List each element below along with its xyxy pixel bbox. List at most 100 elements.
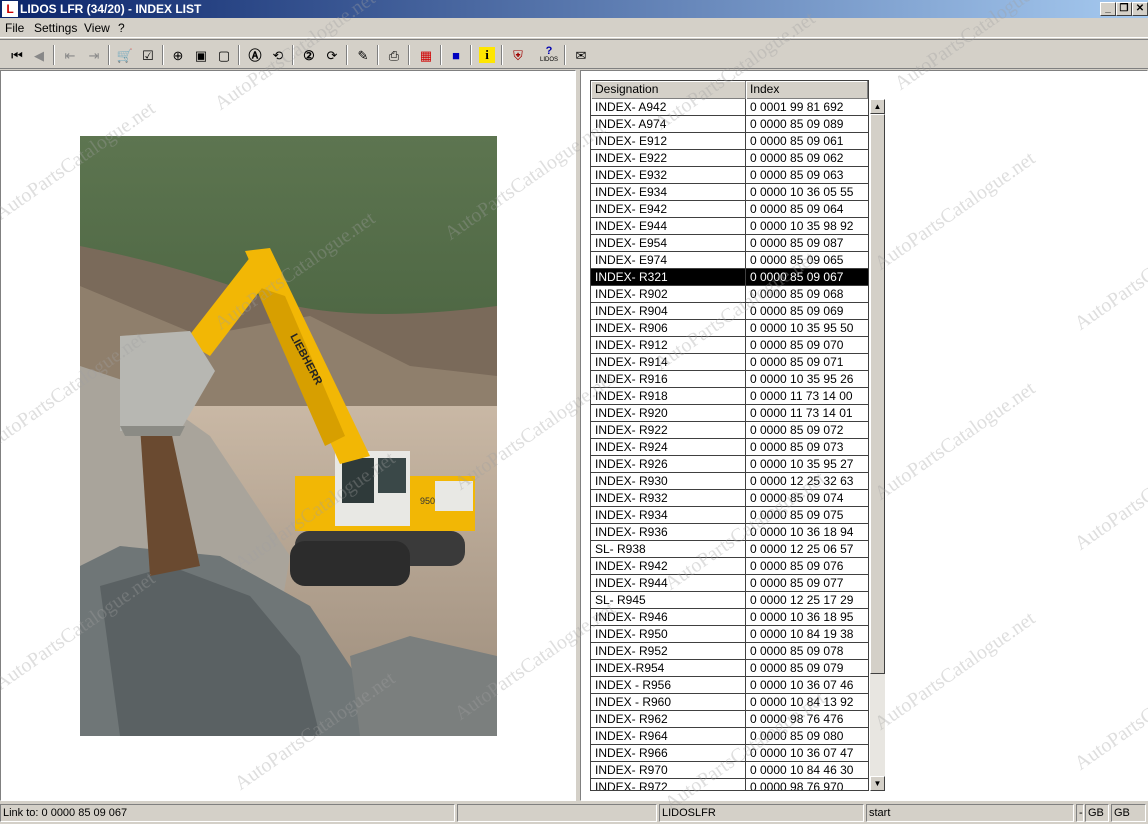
checklist-icon[interactable]: ☑ — [138, 45, 158, 65]
toolbar-separator — [162, 45, 164, 65]
table-row[interactable]: INDEX- R920 0 0000 11 73 14 01 — [591, 405, 868, 422]
table-row[interactable]: INDEX- R906 0 0000 10 35 95 50 — [591, 320, 868, 337]
table-row[interactable]: INDEX- E934 0 0000 10 36 05 55 — [591, 184, 868, 201]
zoom-page-icon[interactable]: ▣ — [191, 45, 211, 65]
scrollbar-thumb[interactable] — [870, 114, 885, 674]
image-pane[interactable]: 950 LIEBHERR — [0, 70, 576, 801]
menu-help[interactable]: ? — [118, 21, 125, 35]
table-row[interactable]: INDEX- R926 0 0000 10 35 95 27 — [591, 456, 868, 473]
lidos-help-icon[interactable]: ? LIDOS — [538, 45, 560, 65]
mail-icon[interactable]: ✉ — [571, 45, 591, 65]
index-cell: 0 0000 85 09 070 — [750, 338, 844, 352]
table-row[interactable]: INDEX- R922 0 0000 85 09 072 — [591, 422, 868, 439]
toolbar-separator — [564, 45, 566, 65]
table-row[interactable]: INDEX- A942 0 0001 99 81 692 — [591, 99, 868, 116]
table-row[interactable]: INDEX- A974 0 0000 85 09 089 — [591, 116, 868, 133]
menu-view[interactable]: View — [84, 21, 110, 35]
status-doc: LIDOSLFR — [659, 804, 864, 822]
excavator-illustration: 950 LIEBHERR — [80, 136, 497, 736]
index-cell: 0 0000 12 25 06 57 — [750, 542, 854, 556]
search-a-icon[interactable]: Ⓐ — [245, 45, 265, 65]
forward-icon[interactable]: ⇥ — [84, 45, 104, 65]
index-table[interactable]: Designation Index INDEX- A942 0 0001 99 8… — [590, 80, 869, 791]
search-2-icon[interactable]: ② — [299, 45, 319, 65]
designation-cell: INDEX- E942 — [591, 201, 746, 217]
table-row[interactable]: INDEX- R942 0 0000 85 09 076 — [591, 558, 868, 575]
table-row[interactable]: INDEX-R954 0 0000 85 09 079 — [591, 660, 868, 677]
table-row[interactable]: SL- R945 0 0000 12 25 17 29 — [591, 592, 868, 609]
scroll-up-arrow-icon[interactable]: ▲ — [870, 99, 885, 114]
lidos-app-icon[interactable]: L — [2, 1, 18, 17]
table-row[interactable]: INDEX- R946 0 0000 10 36 18 95 — [591, 609, 868, 626]
table-row[interactable]: INDEX- R934 0 0000 85 09 075 — [591, 507, 868, 524]
table-row[interactable]: INDEX- E974 0 0000 85 09 065 — [591, 252, 868, 269]
table-row[interactable]: INDEX - R956 0 0000 10 36 07 46 — [591, 677, 868, 694]
grid-icon[interactable]: ▦ — [416, 45, 436, 65]
table-row[interactable]: INDEX- E954 0 0000 85 09 087 — [591, 235, 868, 252]
index-cell: 0 0000 10 36 18 95 — [750, 610, 854, 624]
restore-button[interactable]: ❐ — [1116, 2, 1132, 16]
table-row[interactable]: INDEX- R916 0 0000 10 35 95 26 — [591, 371, 868, 388]
index-cell: 0 0000 85 09 068 — [750, 287, 844, 301]
blue-square-icon[interactable]: ■ — [446, 45, 466, 65]
table-row[interactable]: INDEX- E942 0 0000 85 09 064 — [591, 201, 868, 218]
table-row[interactable]: INDEX- R944 0 0000 85 09 077 — [591, 575, 868, 592]
table-row[interactable]: INDEX- R964 0 0000 85 09 080 — [591, 728, 868, 745]
table-row[interactable]: INDEX- R950 0 0000 10 84 19 38 — [591, 626, 868, 643]
index-cell: 0 0000 10 36 18 94 — [750, 525, 854, 539]
minimize-button[interactable]: _ — [1100, 2, 1116, 16]
close-button[interactable]: ✕ — [1132, 2, 1148, 16]
index-cell: 0 0000 12 25 17 29 — [750, 593, 854, 607]
table-row[interactable]: INDEX- R936 0 0000 10 36 18 94 — [591, 524, 868, 541]
index-cell: 0 0000 85 09 067 — [750, 270, 844, 284]
zoom-in-icon[interactable]: ⊕ — [168, 45, 188, 65]
index-cell: 0 0000 85 09 063 — [750, 168, 844, 182]
table-row[interactable]: INDEX- R918 0 0000 11 73 14 00 — [591, 388, 868, 405]
table-row[interactable]: INDEX- E944 0 0000 10 35 98 92 — [591, 218, 868, 235]
table-row[interactable]: INDEX- R914 0 0000 85 09 071 — [591, 354, 868, 371]
index-cell: 0 0000 10 35 95 26 — [750, 372, 854, 386]
info-icon[interactable]: i — [477, 45, 497, 65]
index-cell: 0 0000 85 09 065 — [750, 253, 844, 267]
table-row[interactable]: INDEX- E932 0 0000 85 09 063 — [591, 167, 868, 184]
table-row[interactable]: INDEX- R966 0 0000 10 36 07 47 — [591, 745, 868, 762]
window-title: LIDOS LFR (34/20) - INDEX LIST — [20, 2, 202, 16]
table-row[interactable]: INDEX- R972 0 0000 98 76 970 — [591, 779, 868, 791]
previous-page-icon[interactable]: ◀ — [29, 45, 49, 65]
table-row[interactable]: INDEX- E922 0 0000 85 09 062 — [591, 150, 868, 167]
table-row[interactable]: INDEX- R932 0 0000 85 09 074 — [591, 490, 868, 507]
back-icon[interactable]: ⇤ — [60, 45, 80, 65]
fit-page-icon[interactable]: ▢ — [214, 45, 234, 65]
table-row[interactable]: INDEX - R960 0 0000 10 84 13 92 — [591, 694, 868, 711]
table-row[interactable]: INDEX- R952 0 0000 85 09 078 — [591, 643, 868, 660]
column-header-index[interactable]: Index — [746, 81, 868, 99]
column-header-designation[interactable]: Designation — [591, 81, 746, 99]
table-row[interactable]: INDEX- R962 0 0000 98 76 476 — [591, 711, 868, 728]
search-2-next-icon[interactable]: ⟳ — [322, 45, 342, 65]
edit-icon[interactable]: ✎ — [353, 45, 373, 65]
index-cell: 0 0000 11 73 14 01 — [750, 406, 853, 420]
search-a-next-icon[interactable]: ⟲ — [268, 45, 288, 65]
table-row[interactable]: INDEX- R924 0 0000 85 09 073 — [591, 439, 868, 456]
table-row[interactable]: INDEX- R902 0 0000 85 09 068 — [591, 286, 868, 303]
table-row[interactable]: INDEX- R912 0 0000 85 09 070 — [591, 337, 868, 354]
index-cell: 0 0000 98 76 970 — [750, 780, 844, 791]
excavator-photo: 950 LIEBHERR — [80, 136, 497, 736]
toolbar-separator — [408, 45, 410, 65]
table-row[interactable]: INDEX- R970 0 0000 10 84 46 30 — [591, 762, 868, 779]
menu-file[interactable]: File — [5, 21, 24, 35]
designation-cell: INDEX- E912 — [591, 133, 746, 149]
table-row[interactable]: INDEX- E912 0 0000 85 09 061 — [591, 133, 868, 150]
table-row[interactable]: INDEX- R321 0 0000 85 09 067 — [591, 269, 868, 286]
cart-icon[interactable]: 🛒 — [115, 45, 135, 65]
scroll-down-arrow-icon[interactable]: ▼ — [870, 776, 885, 791]
designation-cell: INDEX- A974 — [591, 116, 746, 132]
print-icon[interactable]: ⎙ — [384, 45, 404, 65]
first-page-icon[interactable]: ⏮ — [7, 45, 27, 65]
shield-icon[interactable]: ⛨ — [508, 45, 528, 65]
table-row[interactable]: INDEX- R904 0 0000 85 09 069 — [591, 303, 868, 320]
table-row[interactable]: SL- R938 0 0000 12 25 06 57 — [591, 541, 868, 558]
table-row[interactable]: INDEX- R930 0 0000 12 25 32 63 — [591, 473, 868, 490]
menu-settings[interactable]: Settings — [34, 21, 77, 35]
vertical-scrollbar[interactable]: ▲ ▼ — [870, 99, 885, 791]
